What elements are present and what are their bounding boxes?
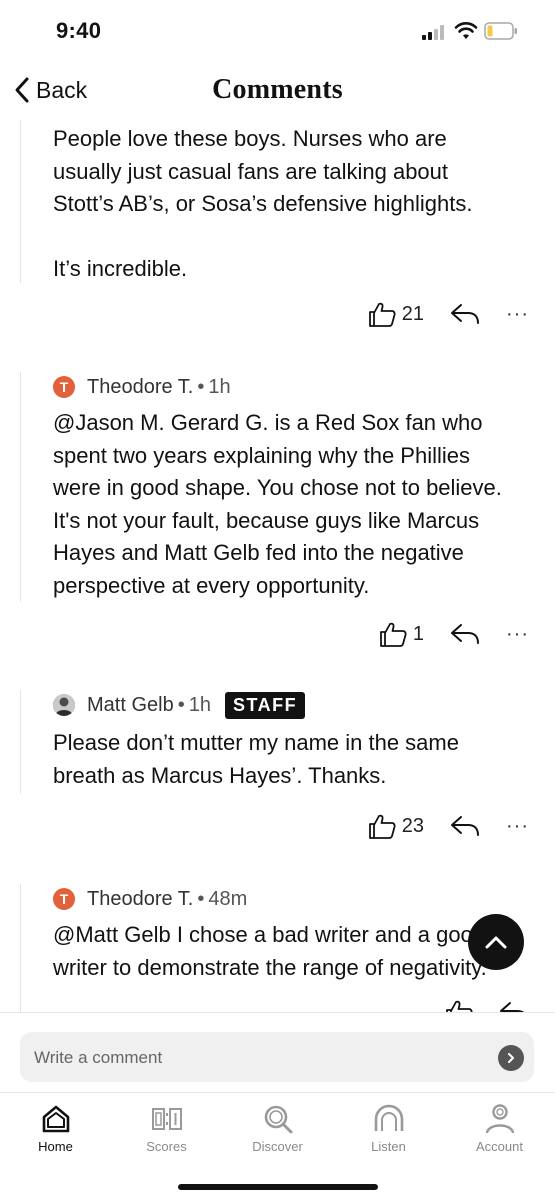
home-icon <box>42 1105 70 1133</box>
reply-icon[interactable] <box>450 815 480 837</box>
comment-header: Matt Gelb • 1h STAFF <box>21 690 541 720</box>
more-options-button[interactable]: ··· <box>506 303 529 326</box>
person-icon <box>485 1104 515 1134</box>
tab-listen[interactable]: Listen <box>333 1093 444 1173</box>
tab-label: Home <box>38 1139 73 1154</box>
home-indicator <box>178 1184 378 1190</box>
comment-body: People love these boys. Nurses who are u… <box>53 126 473 281</box>
composer-divider <box>0 1012 555 1013</box>
like-button[interactable]: 23 <box>368 813 424 839</box>
thumbs-up-icon <box>446 1000 473 1012</box>
tab-home[interactable]: Home <box>0 1093 111 1173</box>
like-button[interactable]: 21 <box>368 301 424 327</box>
like-count: 23 <box>401 814 425 837</box>
tab-scores[interactable]: Scores <box>111 1093 222 1173</box>
comment-actions: 21 ··· <box>368 298 529 330</box>
navigation-bar: Back Comments <box>0 62 555 120</box>
reply-icon[interactable] <box>450 303 480 325</box>
avatar[interactable]: T <box>53 376 75 398</box>
headphones-icon <box>374 1104 404 1131</box>
comment-composer <box>20 1032 534 1084</box>
comment-body: Please don’t mutter my name in the same … <box>53 730 459 788</box>
tab-account[interactable]: Account <box>444 1093 555 1173</box>
thumbs-up-icon <box>368 814 396 839</box>
separator-dot: • <box>197 887 205 910</box>
comment-actions: 23 ··· <box>368 810 529 842</box>
author-name[interactable]: Theodore T. <box>87 888 193 911</box>
separator-dot: • <box>197 375 205 398</box>
reply-icon[interactable] <box>450 623 480 645</box>
staff-badge: STAFF <box>224 691 306 719</box>
thumbs-up-icon <box>379 622 407 647</box>
comment-header: T Theodore T. • 48m <box>21 884 541 914</box>
comment-actions <box>445 996 529 1012</box>
like-count: 21 <box>401 302 425 325</box>
like-button[interactable] <box>445 999 473 1012</box>
comments-feed[interactable]: People love these boys. Nurses who are u… <box>0 120 555 1012</box>
comment-input[interactable] <box>32 1032 476 1084</box>
status-bar: 9:40 <box>0 0 555 62</box>
thumbs-up-icon <box>368 302 396 327</box>
search-icon <box>264 1105 293 1134</box>
reply-icon[interactable] <box>499 1001 529 1012</box>
comment-time: 1h <box>208 375 231 398</box>
like-count: 1 <box>412 622 425 645</box>
comment-time: 1h <box>188 693 211 716</box>
comment-item: T Theodore T. • 1h @Jason M. Gerard G. i… <box>20 372 541 602</box>
scroll-to-top-button[interactable] <box>468 914 524 970</box>
more-options-button[interactable]: ··· <box>506 623 529 646</box>
send-button[interactable] <box>498 1045 524 1071</box>
battery-icon <box>484 22 517 40</box>
tab-label: Discover <box>252 1139 303 1154</box>
tab-label: Listen <box>371 1139 406 1154</box>
cellular-signal-icon <box>422 24 448 40</box>
more-options-button[interactable]: ··· <box>506 815 529 838</box>
comment-body: @Jason M. Gerard G. is a Red Sox fan who… <box>53 410 502 598</box>
person-photo-icon <box>53 694 75 716</box>
chevron-up-icon <box>485 936 507 949</box>
page-title: Comments <box>212 74 343 105</box>
comment-time: 48m <box>208 887 248 910</box>
comment-body: @Matt Gelb I chose a bad writer and a go… <box>53 922 487 980</box>
like-button[interactable]: 1 <box>379 621 424 647</box>
tab-label: Scores <box>146 1139 187 1154</box>
comment-actions: 1 ··· <box>379 618 529 650</box>
avatar[interactable]: T <box>53 888 75 910</box>
tab-label: Account <box>476 1139 523 1154</box>
comment-header: T Theodore T. • 1h <box>21 372 541 402</box>
comment-item: T Theodore T. • 48m @Matt Gelb I chose a… <box>20 884 541 1012</box>
wifi-icon <box>454 22 478 39</box>
chevron-right-icon <box>508 1053 514 1063</box>
comment-item: Matt Gelb • 1h STAFF Please don’t mutter… <box>20 690 541 794</box>
comment-item: People love these boys. Nurses who are u… <box>20 120 541 283</box>
author-name[interactable]: Theodore T. <box>87 376 193 399</box>
scoreboard-icon <box>152 1108 182 1130</box>
avatar[interactable] <box>53 694 75 716</box>
status-time: 9:40 <box>56 18 102 43</box>
tab-discover[interactable]: Discover <box>222 1093 333 1173</box>
author-name[interactable]: Matt Gelb <box>87 694 174 717</box>
separator-dot: • <box>177 693 185 716</box>
